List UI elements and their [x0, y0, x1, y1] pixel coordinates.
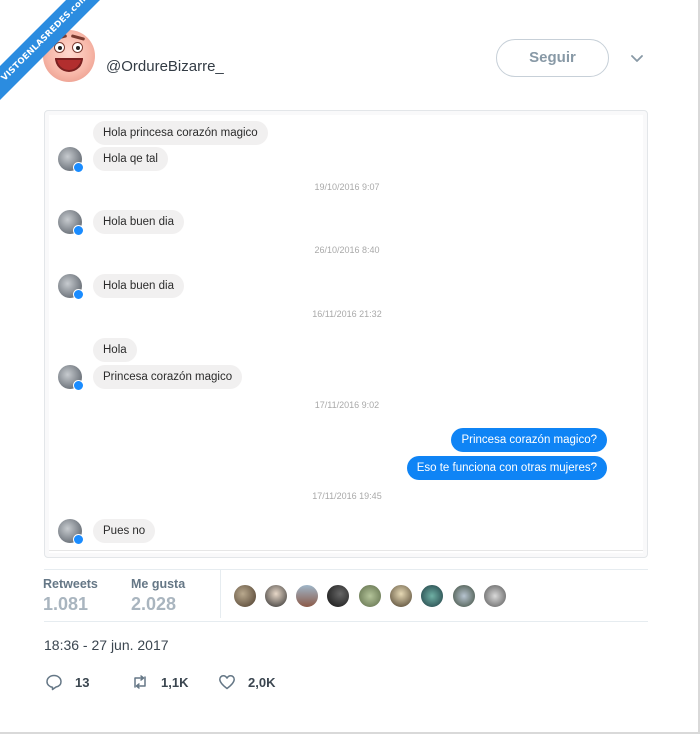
contact-avatar [58, 365, 84, 391]
contact-avatar [58, 274, 84, 300]
divider [44, 621, 648, 622]
divider [44, 569, 648, 570]
contact-avatar [58, 519, 84, 545]
contact-avatar [58, 147, 84, 173]
retweet-button[interactable]: 1,1K [131, 672, 188, 692]
message-timestamp: 26/10/2016 8:40 [314, 245, 380, 255]
message-incoming: Hola buen dia [93, 274, 184, 298]
contact-avatar [58, 210, 84, 236]
message-outgoing: Princesa corazón magico? [451, 428, 607, 452]
message-timestamp: 17/11/2016 19:45 [312, 491, 382, 501]
heart-icon [219, 675, 235, 690]
message-outgoing: Eso te funciona con otras mujeres? [406, 456, 607, 480]
message-timestamp: 16/11/2016 21:32 [312, 309, 382, 319]
watermark: VISTOENLASREDES.com [0, 0, 110, 110]
user-handle[interactable]: @OrdureBizarre_ [106, 58, 224, 75]
liker-avatar[interactable] [452, 584, 476, 608]
message-incoming: Pues no [93, 519, 156, 543]
reply-button[interactable]: 13 [45, 672, 89, 692]
tweet-card: VISTOENLASREDES.com @OrdureBizarre_ Segu… [0, 0, 700, 734]
message-incoming: Princesa corazón magico [93, 365, 243, 389]
liker-avatar[interactable] [420, 584, 444, 608]
likes-count[interactable]: 2.028 [131, 594, 176, 615]
like-count: 2,0K [248, 674, 276, 690]
liker-avatar[interactable] [389, 584, 413, 608]
chevron-down-icon[interactable] [628, 50, 646, 68]
retweets-label[interactable]: Retweets [43, 577, 98, 591]
tweet-timestamp[interactable]: 18:36 - 27 jun. 2017 [44, 637, 169, 653]
message-incoming: Hola [93, 338, 137, 362]
follow-button[interactable]: Seguir [496, 39, 609, 77]
message-incoming: Hola qe tal [93, 147, 168, 171]
liker-avatar[interactable] [483, 584, 507, 608]
like-button[interactable]: 2,0K [218, 672, 275, 692]
liker-avatar[interactable] [295, 584, 319, 608]
retweet-count: 1,1K [161, 674, 189, 690]
message-timestamp: 19/10/2016 9:07 [314, 182, 380, 192]
message-incoming: Hola buen dia [93, 210, 184, 234]
liker-avatar[interactable] [326, 584, 350, 608]
reply-icon [46, 674, 62, 691]
retweet-icon [134, 675, 146, 689]
message-timestamp: 17/11/2016 9:02 [314, 400, 380, 410]
reply-count: 13 [75, 674, 90, 690]
liker-avatar[interactable] [233, 584, 257, 608]
watermark-text: VISTOENLASREDES.com [0, 0, 110, 107]
chat-screenshot: Hola princesa corazón magico Hola qe tal… [44, 110, 648, 558]
retweets-count[interactable]: 1.081 [43, 594, 88, 615]
likes-label[interactable]: Me gusta [131, 577, 185, 591]
liker-avatar[interactable] [358, 584, 382, 608]
liker-avatar[interactable] [264, 584, 288, 608]
message-incoming: Hola princesa corazón magico [93, 121, 268, 145]
